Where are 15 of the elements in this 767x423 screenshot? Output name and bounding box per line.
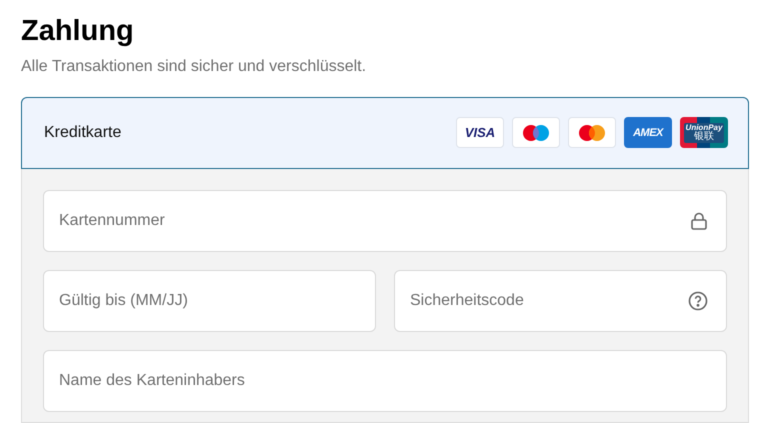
payment-method-label: Kreditkarte: [44, 122, 122, 143]
page-title: Zahlung: [21, 14, 135, 49]
page-subtitle: Alle Transaktionen sind sicher und verschlüsselt.: [21, 56, 368, 77]
lock-icon: [690, 212, 708, 230]
help-icon[interactable]: [688, 290, 708, 311]
security-code-field[interactable]: Sicherheitscode: [394, 270, 727, 332]
expiry-date-field[interactable]: Gültig bis (MM/JJ): [43, 270, 376, 332]
visa-logo: VISA: [456, 117, 504, 148]
mastercard-logo: [568, 117, 616, 148]
amex-logo: AMEX: [624, 117, 672, 148]
maestro-logo: [512, 117, 560, 148]
card-number-field[interactable]: Kartennummer: [43, 190, 727, 252]
unionpay-logo: UnionPay 银联: [680, 117, 728, 148]
cardholder-name-field[interactable]: Name des Karteninhabers: [43, 350, 727, 412]
payment-method-header[interactable]: Kreditkarte VISA AMEX UnionPay 银联: [21, 96, 749, 169]
